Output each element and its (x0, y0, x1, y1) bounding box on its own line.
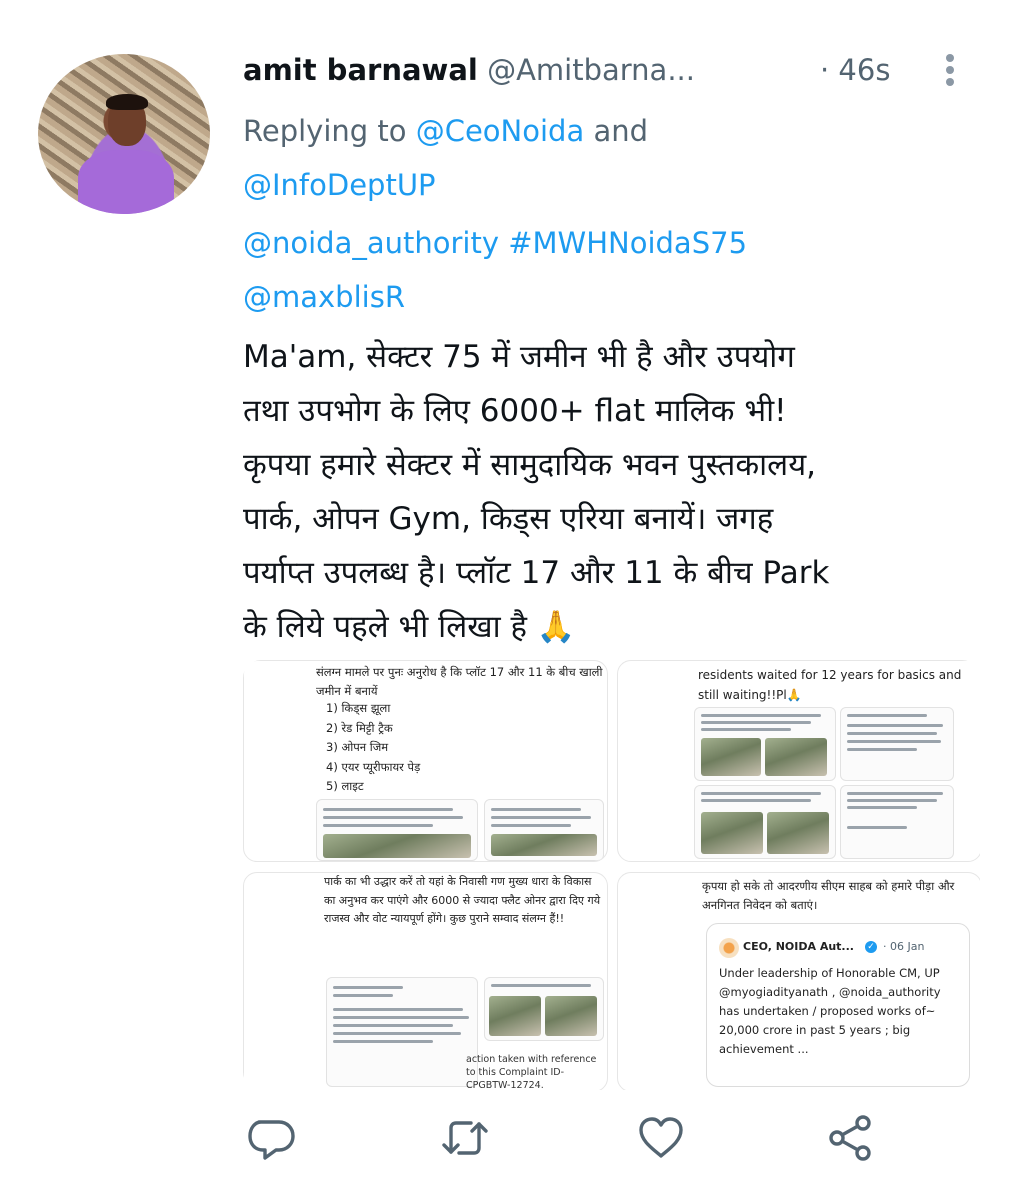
quoted-avatar (719, 938, 739, 958)
media-1-list-item: 2) रेड मिट्टी ट्रैक (326, 720, 393, 735)
tweet-timestamp[interactable]: · 46s (820, 52, 890, 88)
tweet-header: amit barnawal @Amitbarna... (243, 52, 695, 88)
media-1-list-item: 1) किड्स झूला (326, 701, 391, 715)
media-1-list-item: 3) ओपन जिम (326, 740, 389, 754)
media-1-embedded-screenshot (484, 799, 604, 861)
replying-to-line: Replying to @CeoNoida and @InfoDeptUP (243, 104, 963, 212)
reply-mention-ceonoida[interactable]: @CeoNoida (416, 114, 585, 148)
author-handle[interactable]: @Amitbarna... (487, 53, 695, 87)
media-4-text: कृपया हो सके तो आदरणीय सीएम साहब को हमार… (702, 879, 955, 912)
avatar-hair (106, 94, 148, 110)
media-2-embedded-screenshot (694, 707, 836, 781)
media-grid: संलग्न मामले पर पुनः अनुरोध है कि प्लॉट … (243, 660, 980, 1090)
media-3-bottom-text: action taken with reference to this Comp… (466, 1054, 597, 1090)
media-image-3[interactable]: पार्क का भी उद्धार करें तो यहां के निवास… (243, 872, 608, 1090)
reply-icon[interactable] (243, 1110, 299, 1166)
media-1-embedded-screenshot (316, 799, 478, 861)
media-1-text: संलग्न मामले पर पुनः अनुरोध है कि प्लॉट … (316, 665, 603, 698)
replying-to-label: Replying to (243, 114, 416, 148)
media-image-1[interactable]: संलग्न मामले पर पुनः अनुरोध है कि प्लॉट … (243, 660, 608, 862)
quoted-tweet-card: CEO, NOIDA Aut... ✓ · 06 Jan Under leade… (706, 923, 970, 1087)
media-1-list: 1) किड्स झूला 2) रेड मिट्टी ट्रैक 3) ओपन… (326, 699, 420, 797)
like-icon[interactable] (633, 1110, 689, 1166)
media-3-text: पार्क का भी उद्धार करें तो यहां के निवास… (324, 875, 601, 925)
media-3-embedded-screenshot (484, 977, 604, 1041)
media-2-embedded-screenshot (840, 707, 954, 781)
avatar-shirt (78, 150, 174, 214)
media-3-embedded-screenshot (326, 977, 478, 1087)
media-image-2[interactable]: residents waited for 12 years for basics… (617, 660, 980, 862)
media-1-list-item: 5) लाइट (326, 779, 364, 793)
author-name[interactable]: amit barnawal (243, 53, 478, 87)
media-1-list-item: 4) एयर प्यूरीफायर पेड़ (326, 759, 421, 774)
tweet-body-text: Ma'am, सेक्टर 75 में जमीन भी है और उपयोग… (243, 339, 830, 645)
quoted-text: Under leadership of Honorable CM, UP @my… (719, 966, 941, 1056)
reply-and-label: and (584, 114, 649, 148)
reply-mention-infodeptup[interactable]: @InfoDeptUP (243, 168, 436, 202)
media-2-embedded-screenshot (694, 785, 836, 859)
tweet-action-bar (243, 1110, 978, 1170)
media-2-embedded-screenshot (840, 785, 954, 859)
quoted-date: · 06 Jan (883, 940, 925, 953)
hashtag-link[interactable]: #MWHNoidaS75 (508, 226, 747, 260)
more-options-icon[interactable] (940, 50, 960, 90)
share-icon[interactable] (823, 1110, 879, 1166)
verified-badge-icon: ✓ (865, 941, 877, 953)
media-2-text: residents waited for 12 years for basics… (698, 668, 962, 702)
media-image-4[interactable]: कृपया हो सके तो आदरणीय सीएम साहब को हमार… (617, 872, 980, 1090)
retweet-icon[interactable] (437, 1110, 493, 1166)
mention-noida-authority[interactable]: @noida_authority (243, 226, 499, 260)
quoted-author-name: CEO, NOIDA Aut... (743, 940, 854, 953)
author-avatar[interactable] (38, 54, 210, 214)
tweet-mentions: @noida_authority #MWHNoidaS75 @maxblisR (243, 216, 963, 324)
mention-maxblisr[interactable]: @maxblisR (243, 280, 405, 314)
